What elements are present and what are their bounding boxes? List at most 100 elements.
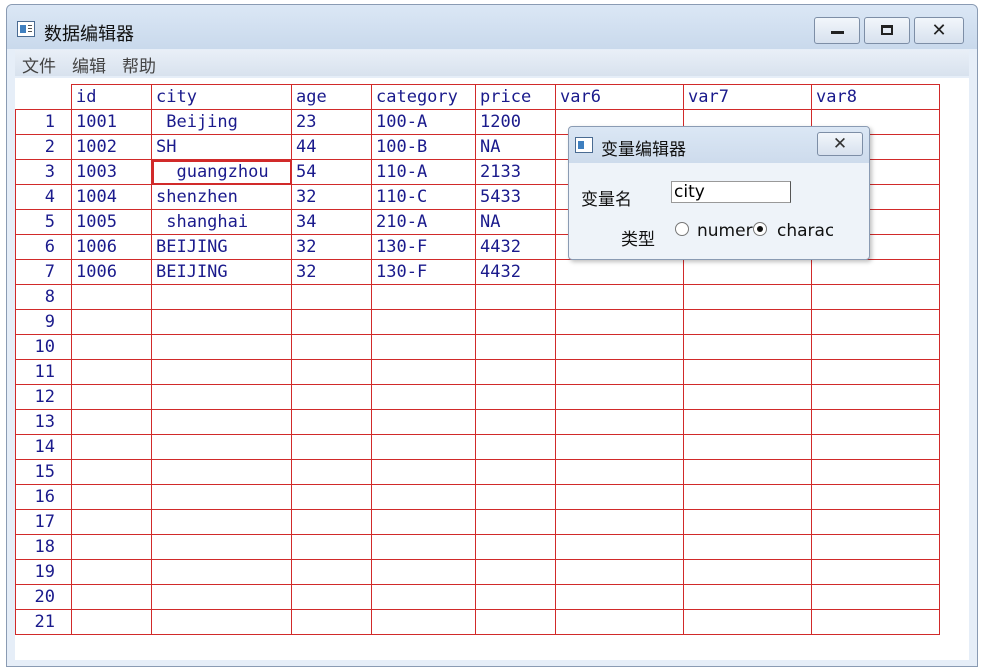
grid-cell-var6[interactable] xyxy=(555,559,684,585)
grid-cell-age[interactable]: 34 xyxy=(291,209,372,235)
column-header-var6[interactable]: var6 xyxy=(555,84,684,110)
menu-edit[interactable]: 编辑 xyxy=(72,52,106,77)
grid-cell-price[interactable]: 2133 xyxy=(475,159,556,185)
grid-cell-price[interactable] xyxy=(475,284,556,310)
grid-cell-price[interactable] xyxy=(475,484,556,510)
grid-cell-city[interactable] xyxy=(151,359,292,385)
grid-cell-var7[interactable] xyxy=(683,309,812,335)
grid-cell-var6[interactable] xyxy=(555,384,684,410)
grid-cell-var8[interactable] xyxy=(811,484,940,510)
row-number[interactable]: 13 xyxy=(15,409,72,435)
grid-cell-price[interactable] xyxy=(475,609,556,635)
grid-cell-age[interactable] xyxy=(291,284,372,310)
row-number[interactable]: 15 xyxy=(15,459,72,485)
grid-cell-var8[interactable] xyxy=(811,384,940,410)
grid-cell-var6[interactable] xyxy=(555,609,684,635)
grid-cell-city[interactable] xyxy=(151,584,292,610)
grid-cell-category[interactable]: 110-C xyxy=(371,184,476,210)
grid-cell-age[interactable] xyxy=(291,534,372,560)
row-number[interactable]: 14 xyxy=(15,434,72,460)
grid-cell-category[interactable]: 210-A xyxy=(371,209,476,235)
grid-cell-age[interactable]: 32 xyxy=(291,234,372,260)
grid-cell-category[interactable] xyxy=(371,359,476,385)
grid-cell-age[interactable]: 23 xyxy=(291,109,372,135)
grid-cell-category[interactable] xyxy=(371,534,476,560)
grid-cell-category[interactable] xyxy=(371,309,476,335)
grid-cell-var8[interactable] xyxy=(811,309,940,335)
grid-cell-age[interactable]: 54 xyxy=(291,159,372,185)
grid-cell-city[interactable] xyxy=(151,334,292,360)
grid-cell-city[interactable] xyxy=(151,284,292,310)
column-header-price[interactable]: price xyxy=(475,84,556,110)
grid-cell-id[interactable] xyxy=(71,459,152,485)
row-number[interactable]: 1 xyxy=(15,109,72,135)
grid-cell-var6[interactable] xyxy=(555,259,684,285)
grid-cell-city[interactable] xyxy=(151,609,292,635)
row-number[interactable]: 12 xyxy=(15,384,72,410)
grid-cell-var8[interactable] xyxy=(811,334,940,360)
row-number[interactable]: 20 xyxy=(15,584,72,610)
grid-cell-city[interactable]: shenzhen xyxy=(151,184,292,210)
grid-cell-price[interactable]: NA xyxy=(475,209,556,235)
row-number[interactable]: 16 xyxy=(15,484,72,510)
grid-cell-var8[interactable] xyxy=(811,609,940,635)
grid-cell-var8[interactable] xyxy=(811,259,940,285)
grid-cell-id[interactable]: 1001 xyxy=(71,109,152,135)
grid-cell-city[interactable]: guangzhou xyxy=(151,159,292,185)
dialog-title-bar[interactable]: 变量编辑器 ✕ xyxy=(569,127,869,163)
grid-cell-city[interactable] xyxy=(151,409,292,435)
grid-cell-price[interactable] xyxy=(475,434,556,460)
grid-cell-age[interactable]: 44 xyxy=(291,134,372,160)
grid-cell-city[interactable]: shanghai xyxy=(151,209,292,235)
grid-cell-id[interactable] xyxy=(71,309,152,335)
grid-cell-var7[interactable] xyxy=(683,409,812,435)
grid-cell-var7[interactable] xyxy=(683,384,812,410)
row-number[interactable]: 2 xyxy=(15,134,72,160)
grid-cell-var6[interactable] xyxy=(555,484,684,510)
menu-help[interactable]: 帮助 xyxy=(122,52,156,77)
grid-cell-var6[interactable] xyxy=(555,284,684,310)
grid-cell-id[interactable]: 1006 xyxy=(71,234,152,260)
grid-cell-city[interactable] xyxy=(151,309,292,335)
grid-cell-id[interactable]: 1003 xyxy=(71,159,152,185)
grid-cell-var8[interactable] xyxy=(811,409,940,435)
grid-cell-var6[interactable] xyxy=(555,409,684,435)
grid-cell-age[interactable] xyxy=(291,584,372,610)
grid-cell-var8[interactable] xyxy=(811,509,940,535)
grid-cell-var8[interactable] xyxy=(811,359,940,385)
character-radio-label[interactable]: character xyxy=(777,221,833,241)
grid-cell-city[interactable] xyxy=(151,484,292,510)
grid-cell-id[interactable] xyxy=(71,434,152,460)
grid-cell-var8[interactable] xyxy=(811,559,940,585)
grid-cell-city[interactable] xyxy=(151,459,292,485)
row-number[interactable]: 8 xyxy=(15,284,72,310)
grid-cell-id[interactable] xyxy=(71,609,152,635)
row-number[interactable]: 11 xyxy=(15,359,72,385)
grid-cell-var7[interactable] xyxy=(683,484,812,510)
grid-cell-category[interactable] xyxy=(371,284,476,310)
grid-cell-age[interactable] xyxy=(291,409,372,435)
grid-cell-var7[interactable] xyxy=(683,534,812,560)
grid-cell-var7[interactable] xyxy=(683,284,812,310)
grid-cell-category[interactable] xyxy=(371,509,476,535)
row-number[interactable]: 9 xyxy=(15,309,72,335)
grid-cell-id[interactable]: 1002 xyxy=(71,134,152,160)
grid-cell-id[interactable] xyxy=(71,484,152,510)
grid-cell-city[interactable]: SH xyxy=(151,134,292,160)
grid-cell-var6[interactable] xyxy=(555,309,684,335)
grid-cell-id[interactable] xyxy=(71,284,152,310)
dialog-close-button[interactable]: ✕ xyxy=(817,132,863,156)
grid-cell-city[interactable] xyxy=(151,559,292,585)
numeric-radio[interactable] xyxy=(675,222,689,236)
grid-cell-category[interactable] xyxy=(371,609,476,635)
grid-cell-age[interactable] xyxy=(291,334,372,360)
grid-cell-category[interactable] xyxy=(371,334,476,360)
row-number[interactable]: 4 xyxy=(15,184,72,210)
grid-cell-var8[interactable] xyxy=(811,584,940,610)
grid-cell-price[interactable]: NA xyxy=(475,134,556,160)
grid-cell-city[interactable] xyxy=(151,384,292,410)
grid-cell-price[interactable] xyxy=(475,384,556,410)
grid-cell-var6[interactable] xyxy=(555,334,684,360)
grid-cell-price[interactable] xyxy=(475,534,556,560)
grid-cell-var7[interactable] xyxy=(683,609,812,635)
